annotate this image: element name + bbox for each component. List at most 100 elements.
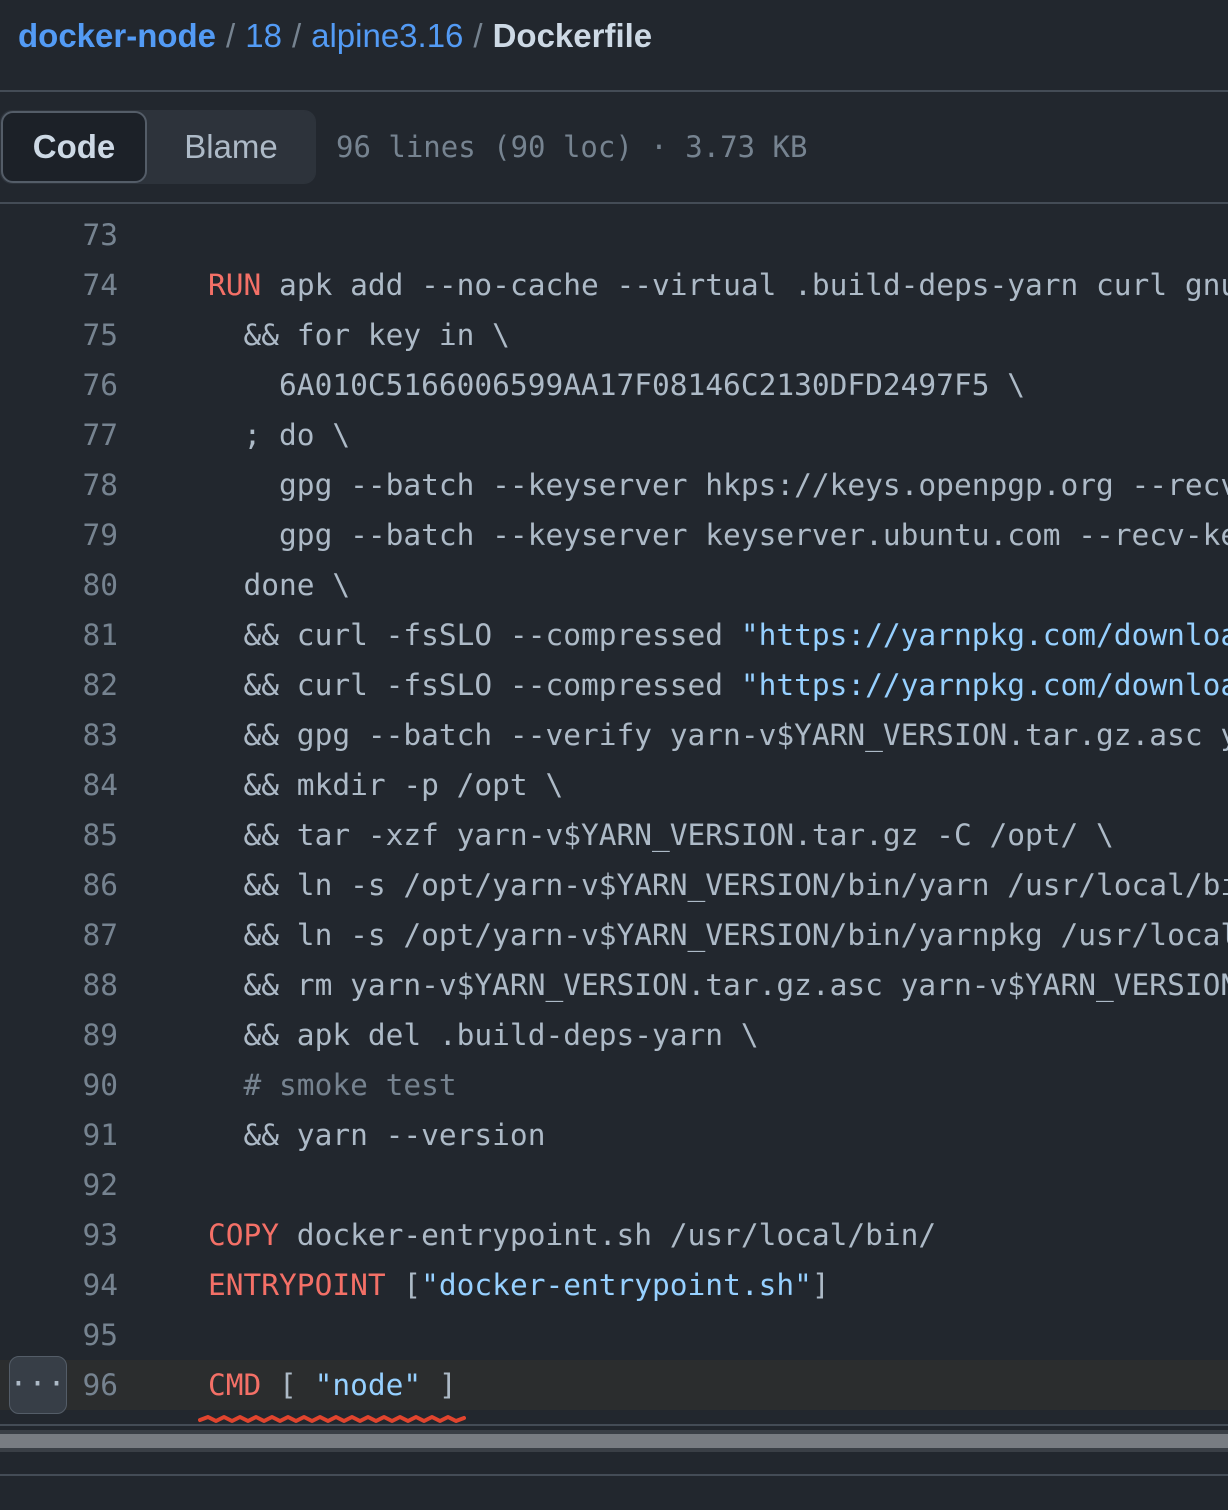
- code-text: && ln -s /opt/yarn-v$YARN_VERSION/bin/ya…: [243, 918, 1228, 952]
- code-text: apk add --no-cache --virtual .build-deps…: [279, 268, 1228, 302]
- line-number[interactable]: 80: [0, 560, 118, 610]
- line-number[interactable]: 87: [0, 910, 118, 960]
- header-divider: [0, 90, 1228, 92]
- line-content: && yarn --version: [208, 1110, 546, 1160]
- line-number[interactable]: 84: [0, 760, 118, 810]
- code-line: 86 && ln -s /opt/yarn-v$YARN_VERSION/bin…: [0, 860, 1228, 910]
- line-number[interactable]: 93: [0, 1210, 118, 1260]
- line-content: COPY docker-entrypoint.sh /usr/local/bin…: [208, 1210, 936, 1260]
- view-mode-toggle: Code Blame: [0, 110, 316, 184]
- code-line: 79 gpg --batch --keyserver keyserver.ubu…: [0, 510, 1228, 560]
- breadcrumb-separator: /: [473, 17, 483, 54]
- line-content: && rm yarn-v$YARN_VERSION.tar.gz.asc yar…: [208, 960, 1228, 1010]
- line-content: 6A010C5166006599AA17F08146C2130DFD2497F5…: [208, 360, 1025, 410]
- line-content: && mkdir -p /opt \: [208, 760, 564, 810]
- code-string: "https://yarnpkg.com/downloads/$YARN_VER…: [740, 668, 1228, 702]
- line-number[interactable]: 73: [0, 210, 118, 260]
- horizontal-scrollbar[interactable]: [0, 1430, 1228, 1452]
- line-number[interactable]: 95: [0, 1310, 118, 1360]
- code-text: gpg --batch --keyserver keyserver.ubuntu…: [279, 518, 1228, 552]
- code-line: 91 && yarn --version: [0, 1110, 1228, 1160]
- code-text: && curl -fsSLO --compressed: [208, 618, 741, 652]
- code-comment: # smoke test: [208, 1068, 457, 1102]
- line-number[interactable]: 92: [0, 1160, 118, 1210]
- code-string: "docker-entrypoint.sh": [421, 1268, 812, 1302]
- code-text: 6A010C5166006599AA17F08146C2130DFD2497F5…: [208, 368, 1025, 402]
- code-text: ]: [421, 1368, 457, 1402]
- line-content: CMD [ "node" ]: [208, 1360, 457, 1410]
- code-line: 93 COPY docker-entrypoint.sh /usr/local/b…: [0, 1210, 1228, 1260]
- code-bottom-divider: [0, 1424, 1228, 1426]
- line-number[interactable]: 86: [0, 860, 118, 910]
- code-text: [: [385, 1268, 422, 1302]
- code-line: 75 && for key in \: [0, 310, 1228, 360]
- code-text: docker-entrypoint.sh /usr/local/bin/: [279, 1218, 937, 1252]
- line-content: # smoke test: [208, 1060, 457, 1110]
- breadcrumb-current-file: Dockerfile: [492, 17, 653, 54]
- line-number[interactable]: 83: [0, 710, 118, 760]
- line-number[interactable]: 90: [0, 1060, 118, 1110]
- code-line: 89 && apk del .build-deps-yarn \: [0, 1010, 1228, 1060]
- line-number[interactable]: 77: [0, 410, 118, 460]
- line-content: gpg --batch --keyserver keyserver.ubuntu…: [208, 510, 1228, 560]
- line-content: && apk del .build-deps-yarn \: [208, 1010, 759, 1060]
- toolbar-divider: [0, 202, 1228, 204]
- line-content: && curl -fsSLO --compressed "https://yar…: [208, 610, 1228, 660]
- line-content: && ln -s /opt/yarn-v$YARN_VERSION/bin/ya…: [208, 860, 1228, 910]
- line-number[interactable]: 96: [0, 1360, 118, 1410]
- code-line: 95: [0, 1310, 1228, 1360]
- horizontal-scrollbar-thumb[interactable]: [0, 1434, 1228, 1448]
- code-line: 90 # smoke test: [0, 1060, 1228, 1110]
- blame-view-button[interactable]: Blame: [147, 111, 315, 183]
- line-number[interactable]: 74: [0, 260, 118, 310]
- line-number[interactable]: 82: [0, 660, 118, 710]
- code-text: done \: [208, 568, 351, 602]
- line-content: && curl -fsSLO --compressed "https://yar…: [208, 660, 1228, 710]
- code-text: && gpg --batch --verify yarn-v$YARN_VERS…: [243, 718, 1228, 752]
- code-line: 94 ENTRYPOINT ["docker-entrypoint.sh"]: [0, 1260, 1228, 1310]
- line-number[interactable]: 85: [0, 810, 118, 860]
- breadcrumb-folder-alpine-link[interactable]: alpine3.16: [311, 17, 463, 55]
- line-number[interactable]: 75: [0, 310, 118, 360]
- line-content: RUN apk add --no-cache --virtual .build-…: [208, 260, 1228, 310]
- line-content: ; do \: [208, 410, 351, 460]
- code-text: && for key in \: [208, 318, 510, 352]
- line-number[interactable]: 89: [0, 1010, 118, 1060]
- code-keyword: RUN: [208, 268, 262, 302]
- code-text: && tar -xzf yarn-v$YARN_VERSION.tar.gz -…: [208, 818, 1114, 852]
- line-content: done \: [208, 560, 351, 610]
- code-keyword: CMD: [208, 1368, 262, 1402]
- file-toolbar: Code Blame 96 lines (90 loc) · 3.73 KB: [0, 110, 807, 184]
- code-text: ; do \: [208, 418, 351, 452]
- code-keyword: COPY: [208, 1218, 280, 1252]
- line-number[interactable]: 94: [0, 1260, 118, 1310]
- code-text: && rm yarn-v$YARN_VERSION.tar.gz.asc yar…: [243, 968, 1228, 1002]
- code-text: && yarn --version: [208, 1118, 546, 1152]
- breadcrumb-separator: /: [226, 17, 236, 54]
- code-view-button[interactable]: Code: [1, 111, 147, 183]
- code-text: [: [261, 1368, 315, 1402]
- breadcrumb-repo-link[interactable]: docker-node: [18, 17, 216, 55]
- code-line: 92: [0, 1160, 1228, 1210]
- code-line: 77 ; do \: [0, 410, 1228, 460]
- code-line: 76 6A010C5166006599AA17F08146C2130DFD249…: [0, 360, 1228, 410]
- code-line: 81 && curl -fsSLO --compressed "https://…: [0, 610, 1228, 660]
- line-number[interactable]: 91: [0, 1110, 118, 1160]
- code-line: 85 && tar -xzf yarn-v$YARN_VERSION.tar.g…: [0, 810, 1228, 860]
- code-view[interactable]: 73 74 RUN apk add --no-cache --virtual .bu…: [0, 210, 1228, 1422]
- code-text: gpg --batch --keyserver hkps://keys.open…: [279, 468, 1228, 502]
- line-number[interactable]: 76: [0, 360, 118, 410]
- code-line: 87 && ln -s /opt/yarn-v$YARN_VERSION/bin…: [0, 910, 1228, 960]
- line-number[interactable]: 88: [0, 960, 118, 1010]
- breadcrumb-folder-18-link[interactable]: 18: [245, 17, 282, 55]
- code-line: ··· 96 CMD [ "node" ]: [0, 1356, 1228, 1414]
- code-text: ]: [811, 1268, 830, 1302]
- line-number[interactable]: 79: [0, 510, 118, 560]
- line-number[interactable]: 81: [0, 610, 118, 660]
- code-text: && mkdir -p /opt \: [208, 768, 564, 802]
- code-text: && ln -s /opt/yarn-v$YARN_VERSION/bin/ya…: [243, 868, 1228, 902]
- code-line: 78 gpg --batch --keyserver hkps://keys.o…: [0, 460, 1228, 510]
- code-line: 88 && rm yarn-v$YARN_VERSION.tar.gz.asc …: [0, 960, 1228, 1010]
- line-number[interactable]: 78: [0, 460, 118, 510]
- file-meta-info: 96 lines (90 loc) · 3.73 KB: [336, 130, 808, 164]
